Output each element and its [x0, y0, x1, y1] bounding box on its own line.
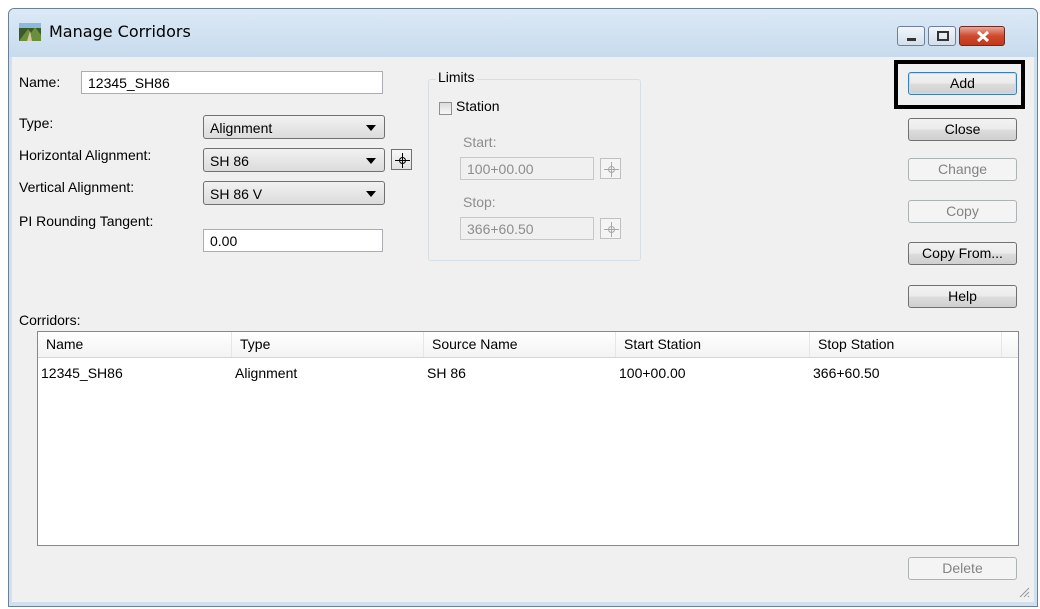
minimize-icon: [907, 38, 916, 41]
cell-source-name: SH 86: [427, 365, 466, 381]
manage-corridors-window: Manage Corridors Name: 12345_SH86 Type: …: [8, 8, 1038, 607]
copy-button[interactable]: Copy: [908, 200, 1017, 223]
stop-label: Stop:: [463, 194, 496, 210]
start-label: Start:: [463, 134, 497, 150]
crosshair-icon: [395, 153, 410, 168]
cell-stop-station: 366+60.50: [813, 365, 880, 381]
type-label: Type:: [19, 115, 54, 131]
vertical-alignment-label: Vertical Alignment:: [19, 179, 135, 195]
close-icon: [976, 30, 990, 43]
crosshair-icon: [604, 222, 619, 237]
limits-group-label: Limits: [436, 69, 477, 85]
corridors-label: Corridors:: [19, 312, 81, 328]
help-button[interactable]: Help: [908, 285, 1017, 308]
corridors-list[interactable]: Name Type Source Name Start Station Stop…: [37, 331, 1019, 546]
column-header-type[interactable]: Type: [232, 332, 424, 357]
column-header-start-station[interactable]: Start Station: [616, 332, 810, 357]
horizontal-alignment-label: Horizontal Alignment:: [19, 147, 152, 163]
type-select[interactable]: Alignment: [203, 115, 385, 139]
chevron-down-icon: [366, 125, 376, 131]
horizontal-alignment-value: SH 86: [210, 153, 249, 169]
stop-station-input[interactable]: 366+60.50: [460, 217, 594, 240]
vertical-alignment-value: SH 86 V: [210, 186, 263, 202]
column-header-stop-station[interactable]: Stop Station: [810, 332, 1002, 357]
cell-start-station: 100+00.00: [619, 365, 686, 381]
corridors-list-header: Name Type Source Name Start Station Stop…: [38, 332, 1018, 358]
horizontal-alignment-pick-button[interactable]: [391, 149, 412, 170]
start-station-input[interactable]: 100+00.00: [460, 157, 594, 180]
type-select-value: Alignment: [210, 120, 273, 136]
pi-rounding-tangent-label: PI Rounding Tangent:: [19, 213, 154, 229]
stop-station-pick-button[interactable]: [600, 218, 621, 239]
corridor-app-icon: [19, 23, 41, 41]
vertical-alignment-select[interactable]: SH 86 V: [203, 181, 385, 205]
pi-rounding-tangent-input[interactable]: 0.00: [203, 229, 383, 252]
column-header-source-name[interactable]: Source Name: [424, 332, 616, 357]
name-input[interactable]: 12345_SH86: [81, 71, 383, 94]
add-button[interactable]: Add: [908, 72, 1017, 95]
horizontal-alignment-select[interactable]: SH 86: [203, 148, 385, 172]
maximize-icon: [937, 31, 949, 41]
start-station-pick-button[interactable]: [600, 158, 621, 179]
station-checkbox-label: Station: [456, 98, 500, 114]
dialog-body: Name: 12345_SH86 Type: Alignment Horizon…: [12, 57, 1034, 602]
change-button[interactable]: Change: [908, 158, 1017, 181]
column-header-name[interactable]: Name: [38, 332, 232, 357]
delete-button[interactable]: Delete: [908, 557, 1017, 580]
maximize-button[interactable]: [928, 26, 956, 46]
close-window-button[interactable]: [959, 26, 1005, 46]
cell-type: Alignment: [235, 365, 298, 381]
station-checkbox[interactable]: [439, 102, 452, 115]
name-label: Name:: [19, 74, 61, 90]
chevron-down-icon: [366, 158, 376, 164]
resize-grip-icon[interactable]: [1018, 586, 1030, 598]
window-title: Manage Corridors: [49, 22, 191, 41]
cell-name: 12345_SH86: [41, 365, 123, 381]
chevron-down-icon: [366, 191, 376, 197]
crosshair-icon: [604, 162, 619, 177]
copy-from-button[interactable]: Copy From...: [908, 242, 1017, 265]
title-bar[interactable]: Manage Corridors: [9, 9, 1037, 57]
close-button[interactable]: Close: [908, 118, 1017, 141]
minimize-button[interactable]: [897, 26, 925, 46]
